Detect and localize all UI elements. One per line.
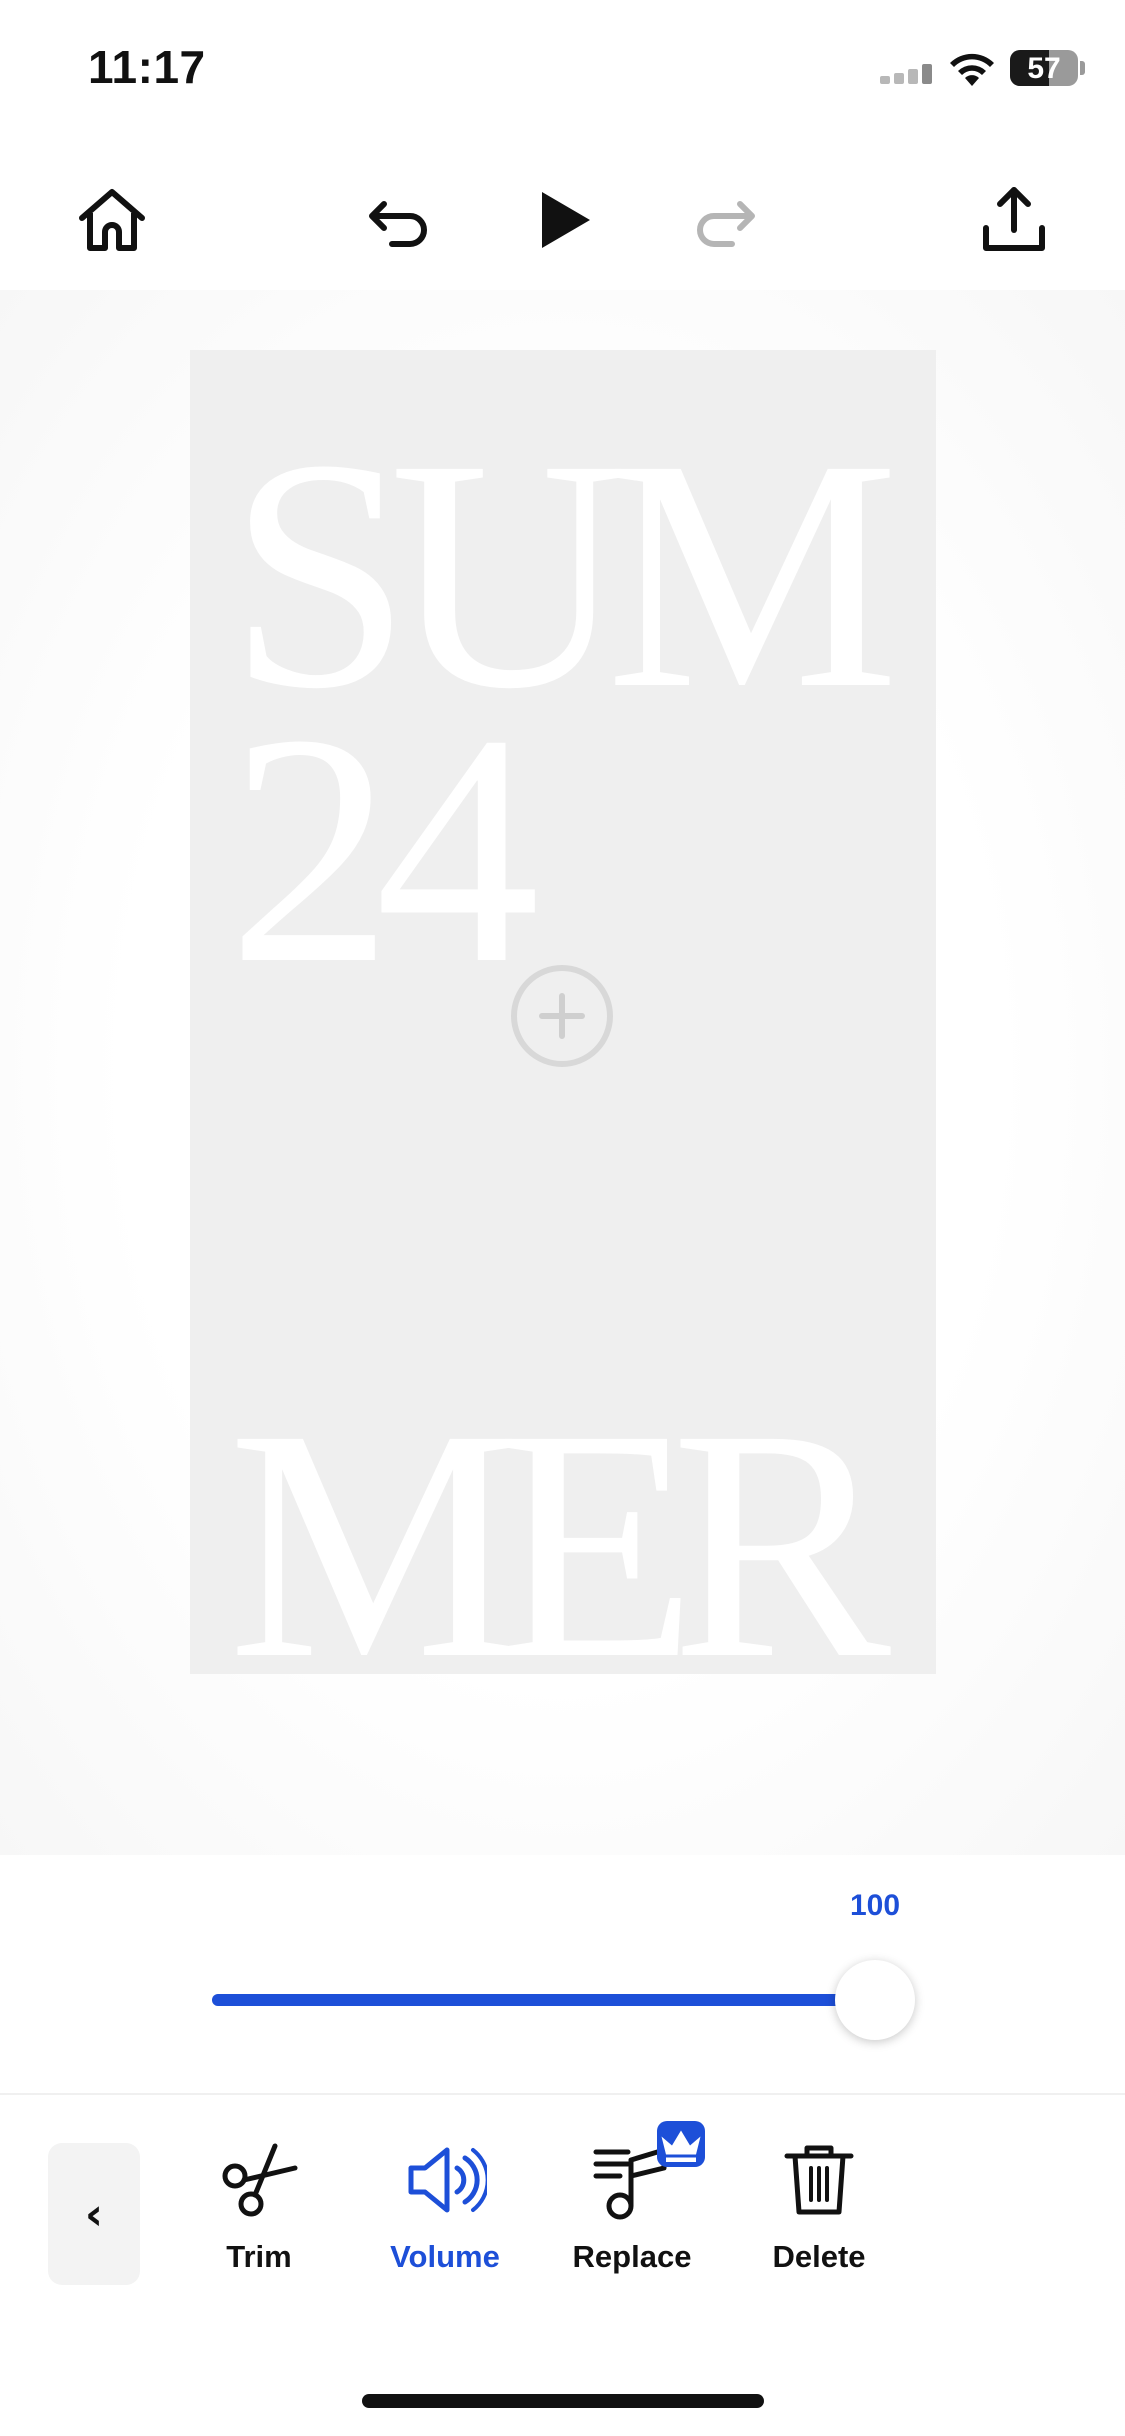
crown-icon [661,2130,701,2162]
volume-slider-fill [212,1994,875,2006]
wifi-icon [948,50,996,88]
volume-slider-thumb[interactable] [835,1960,915,2040]
artboard[interactable]: SUM 24 MER [190,350,936,1674]
art-text-24[interactable]: 24 [228,685,540,1015]
home-button[interactable] [72,180,152,260]
battery-cap [1080,61,1085,75]
status-time: 11:17 [88,41,206,93]
home-indicator[interactable] [362,2394,764,2408]
trash-icon [784,2145,854,2215]
tool-replace[interactable]: Replace [547,2121,717,2285]
volume-slider[interactable] [212,1960,915,2040]
speaker-icon [408,2147,487,2213]
top-toolbar [0,160,1125,270]
tool-volume[interactable]: Volume [360,2135,530,2285]
home-icon [79,189,145,251]
tool-replace-label: Replace [572,2239,692,2274]
tool-volume-label: Volume [390,2239,500,2274]
back-button[interactable]: ‹ [48,2143,140,2285]
cellular-signal-icon [880,62,934,84]
tool-delete[interactable]: Delete [734,2135,904,2285]
redo-button[interactable] [684,180,764,260]
play-button[interactable] [522,180,602,260]
audio-tool-bar: ‹ Trim Volume Replace Delete [0,2095,1125,2315]
status-bar: 11:17 57 [0,0,1125,140]
volume-panel: 100 [0,1855,1125,2093]
battery-level: 57 [1027,52,1061,85]
play-icon [542,192,590,248]
chevron-left-icon: ‹ [84,2188,104,2240]
canvas-area: SUM 24 MER [0,290,1125,1855]
tool-delete-label: Delete [772,2239,866,2274]
undo-button[interactable] [360,180,440,260]
plus-circle-icon [511,965,613,1067]
tool-trim[interactable]: Trim [174,2135,344,2285]
premium-badge [657,2121,705,2167]
battery-icon: 57 [1010,50,1078,86]
undo-icon [369,201,427,247]
scissors-icon [222,2143,298,2217]
add-element-button[interactable] [508,962,616,1070]
art-text-mer[interactable]: MER [228,1380,891,1675]
tool-trim-label: Trim [226,2239,292,2274]
redo-icon [697,201,755,247]
volume-value-label: 100 [849,1889,901,1922]
share-button[interactable] [974,180,1054,260]
share-icon [983,187,1045,251]
